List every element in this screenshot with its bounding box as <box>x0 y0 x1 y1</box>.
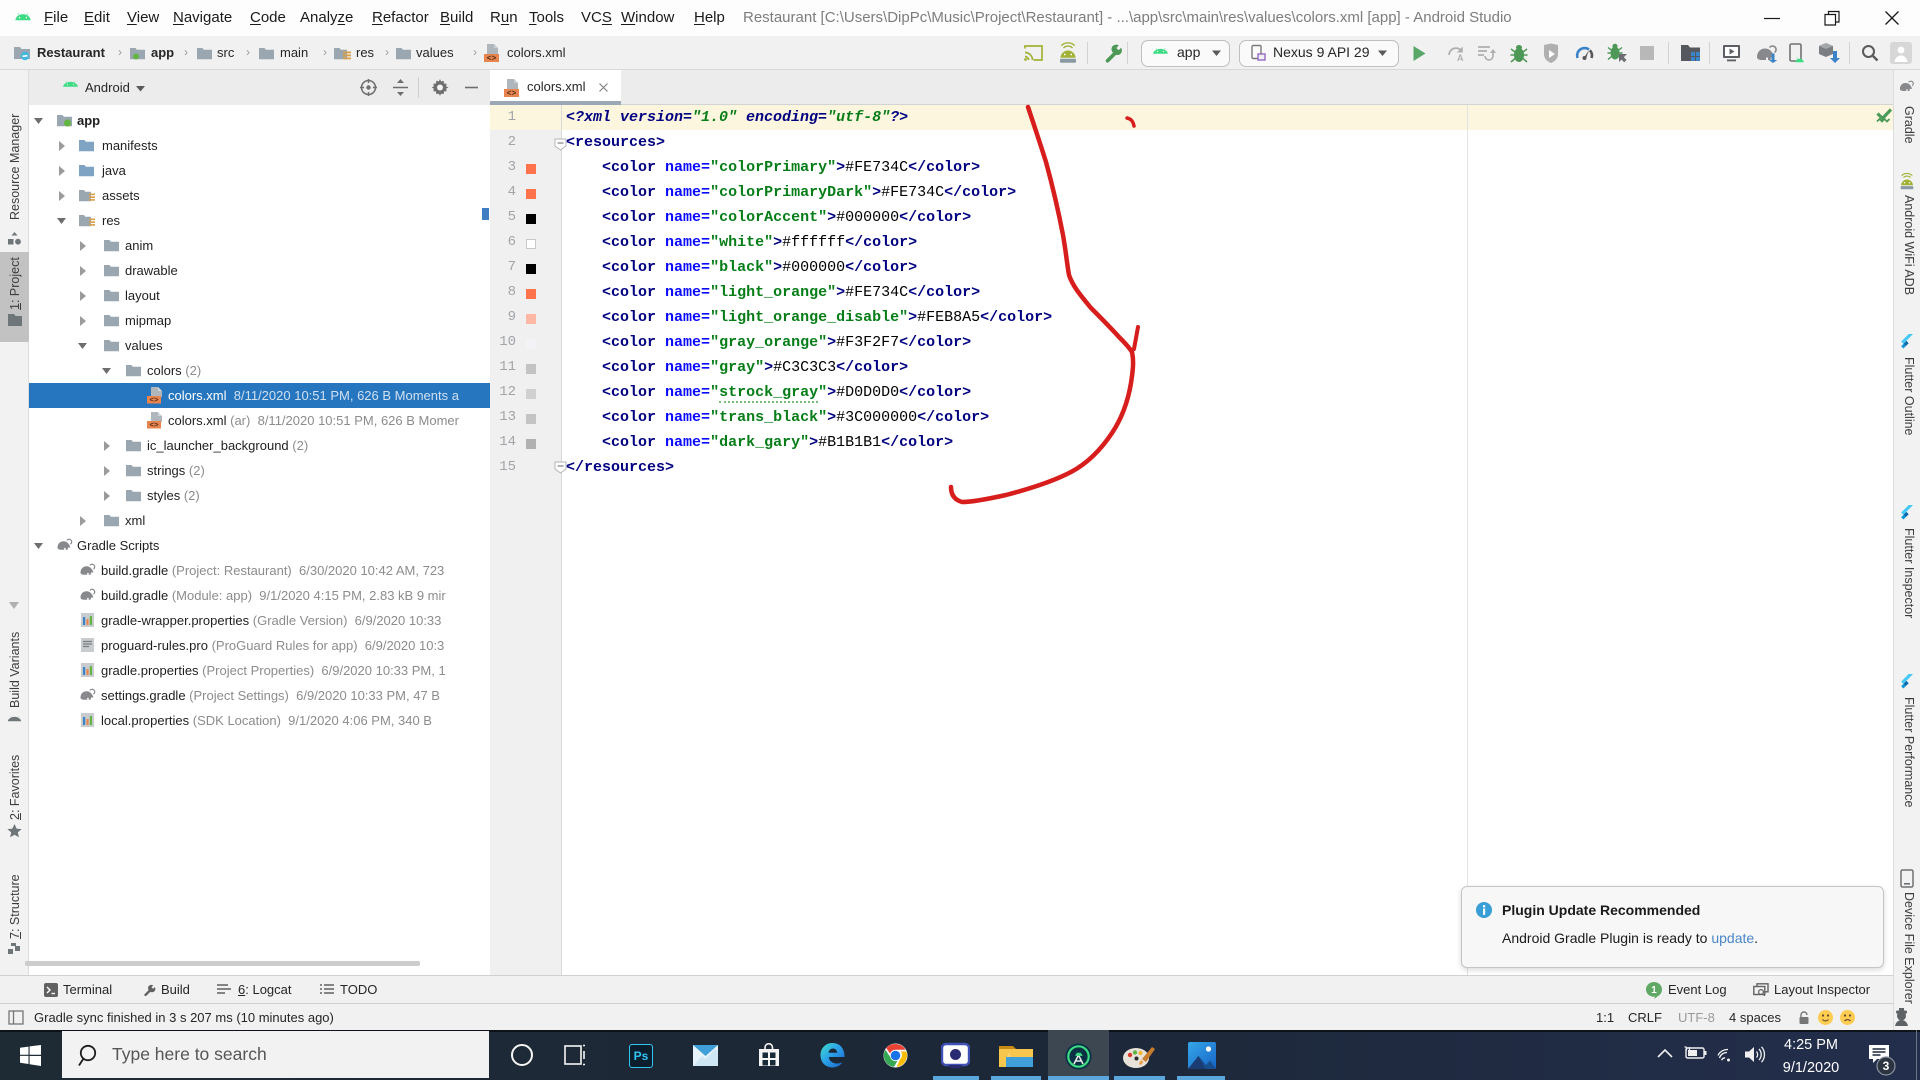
svg-text:3: 3 <box>1883 1059 1890 1073</box>
svg-text:1: 1 <box>1651 985 1657 996</box>
